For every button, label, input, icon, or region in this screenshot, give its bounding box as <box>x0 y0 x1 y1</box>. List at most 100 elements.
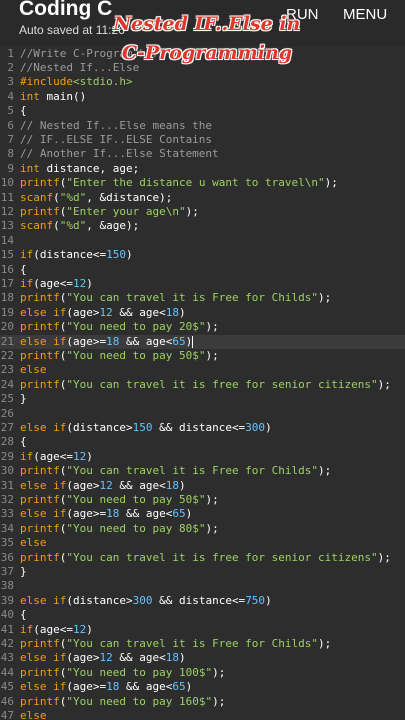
code-line[interactable]: 14 <box>0 234 405 248</box>
line-number: 12 <box>0 204 14 218</box>
code-token: && age< <box>112 305 166 319</box>
code-line[interactable]: 16 { <box>0 263 405 277</box>
code-token: 65 <box>172 334 186 348</box>
code-line[interactable]: 8 // Another If...Else Statement <box>0 147 405 161</box>
code-line[interactable]: 17 if(age<=12) <box>0 277 405 291</box>
code-token: printf <box>20 377 60 391</box>
code-line[interactable]: 12 printf("Enter your age\n"); <box>0 205 405 219</box>
code-line[interactable]: 28 { <box>0 435 405 449</box>
code-token: && age< <box>112 651 166 665</box>
code-token: (age>= <box>66 334 107 348</box>
code-line[interactable]: 4 int main() <box>0 90 405 104</box>
code-text: else <box>20 363 47 377</box>
code-token: else if <box>20 305 67 319</box>
code-token: ) <box>185 334 193 348</box>
code-token: 65 <box>172 680 186 694</box>
code-token: } <box>20 564 27 578</box>
code-line[interactable]: 19 else if(age>12 && age<18) <box>0 306 405 320</box>
code-line[interactable]: 41 if(age<=12) <box>0 623 405 637</box>
code-line[interactable]: 42 printf("You can travel it is Free for … <box>0 637 405 651</box>
code-line[interactable]: 31 else if(age>12 && age<18) <box>0 479 405 493</box>
code-line[interactable]: 27 else if(distance>150 && distance<=300) <box>0 421 405 435</box>
line-number: 45 <box>0 680 14 694</box>
code-line[interactable]: 32 printf("You need to pay 50$"); <box>0 493 405 507</box>
code-line[interactable]: 26 <box>0 407 405 421</box>
code-line[interactable]: 34 printf("You need to pay 80$"); <box>0 522 405 536</box>
code-text: int main() <box>20 90 86 104</box>
code-token: 12 <box>73 622 87 636</box>
code-line[interactable]: 37} <box>0 565 405 579</box>
code-token: printf <box>20 348 60 362</box>
code-token: "You need to pay 80$" <box>66 521 206 535</box>
code-line[interactable]: 10 printf("Enter the distance u want to t… <box>0 176 405 190</box>
code-line[interactable]: 23 else <box>0 363 405 377</box>
code-editor[interactable]: 1//Write C-Program here 2//Nested If...El… <box>0 46 405 720</box>
line-number: 31 <box>0 478 14 492</box>
code-token: ); <box>205 521 219 535</box>
code-line[interactable]: 20 printf("You need to pay 20$"); <box>0 320 405 334</box>
code-text: { <box>20 263 27 277</box>
code-token: { <box>20 104 27 118</box>
code-line[interactable]: 7 // IF..ELSE IF..ELSE Contains <box>0 133 405 147</box>
line-number: 7 <box>7 132 14 146</box>
code-line[interactable]: 3 #include<stdio.h> <box>0 75 405 89</box>
code-line[interactable]: 15 if(distance<=150) <box>0 248 405 262</box>
code-text: printf("You need to pay 50$"); <box>20 493 219 507</box>
code-token: printf <box>20 492 60 506</box>
code-token: ) <box>265 593 272 607</box>
code-line[interactable]: 38 <box>0 579 405 593</box>
code-line[interactable]: 11 scanf("%d", &distance); <box>0 191 405 205</box>
code-line[interactable]: 25} <box>0 392 405 406</box>
code-line[interactable]: 29 if(age<=12) <box>0 450 405 464</box>
code-line[interactable]: 21 else if(age>=18 && age<65) <box>0 334 405 349</box>
code-line[interactable]: 46 printf("You need to pay 160$"); <box>0 695 405 709</box>
code-token: ); <box>205 492 219 506</box>
code-token: 300 <box>245 420 266 434</box>
code-line[interactable]: 35 else <box>0 536 405 550</box>
code-text: scanf("%d", &age); <box>20 219 139 233</box>
line-number: 11 <box>0 190 14 204</box>
code-line[interactable]: 13 scanf("%d", &age); <box>0 219 405 233</box>
code-line[interactable]: 39 else if(distance>300 && distance<=750) <box>0 594 405 608</box>
code-token: ( <box>53 219 60 233</box>
code-text: printf("You can travel it is free for se… <box>20 551 391 565</box>
code-token: ); <box>318 636 332 650</box>
code-line[interactable]: 43 else if(age>12 && age<18) <box>0 651 405 665</box>
code-token: (distance> <box>66 593 133 607</box>
code-token: else if <box>20 507 67 521</box>
code-token: if <box>20 449 34 463</box>
code-line[interactable]: 6 // Nested If...Else means the <box>0 119 405 133</box>
code-line[interactable]: 22 printf("You need to pay 50$"); <box>0 349 405 363</box>
code-token: ); <box>377 377 391 391</box>
code-line[interactable]: 24 printf("You can travel it is free for … <box>0 378 405 392</box>
code-token: if <box>20 248 34 262</box>
code-token: ) <box>178 478 186 492</box>
code-line[interactable]: 30 printf("You can travel it is Free for … <box>0 464 405 478</box>
code-token: && age< <box>112 478 166 492</box>
code-line[interactable]: 33 else if(age>=18 && age<65) <box>0 507 405 521</box>
menu-button[interactable]: MENU <box>343 6 387 23</box>
code-text: #include<stdio.h> <box>20 75 133 89</box>
code-line[interactable]: 47 else <box>0 709 405 720</box>
code-line[interactable]: 9 int distance, age; <box>0 162 405 176</box>
line-number: 29 <box>0 449 14 463</box>
line-number: 4 <box>7 89 14 103</box>
line-number: 21 <box>0 334 14 348</box>
code-token: 18 <box>165 305 179 319</box>
code-line[interactable]: 5{ <box>0 104 405 118</box>
code-token: { <box>20 262 27 276</box>
code-token: ); <box>205 348 219 362</box>
code-line[interactable]: 45 else if(age>=18 && age<65) <box>0 680 405 694</box>
line-number: 10 <box>0 176 14 190</box>
code-token: 12 <box>73 276 87 290</box>
code-line[interactable]: 44 printf("You need to pay 100$"); <box>0 666 405 680</box>
code-line[interactable]: 40 { <box>0 608 405 622</box>
code-token: else if <box>20 680 67 694</box>
code-line[interactable]: 18 printf("You can travel it is Free for … <box>0 291 405 305</box>
code-token: 12 <box>99 651 113 665</box>
code-token: "You can travel it is Free for Childs" <box>66 291 319 305</box>
code-token: 18 <box>165 478 179 492</box>
code-token: 18 <box>165 651 179 665</box>
code-line[interactable]: 36 printf("You can travel it is free for … <box>0 551 405 565</box>
code-token: ); <box>212 665 226 679</box>
